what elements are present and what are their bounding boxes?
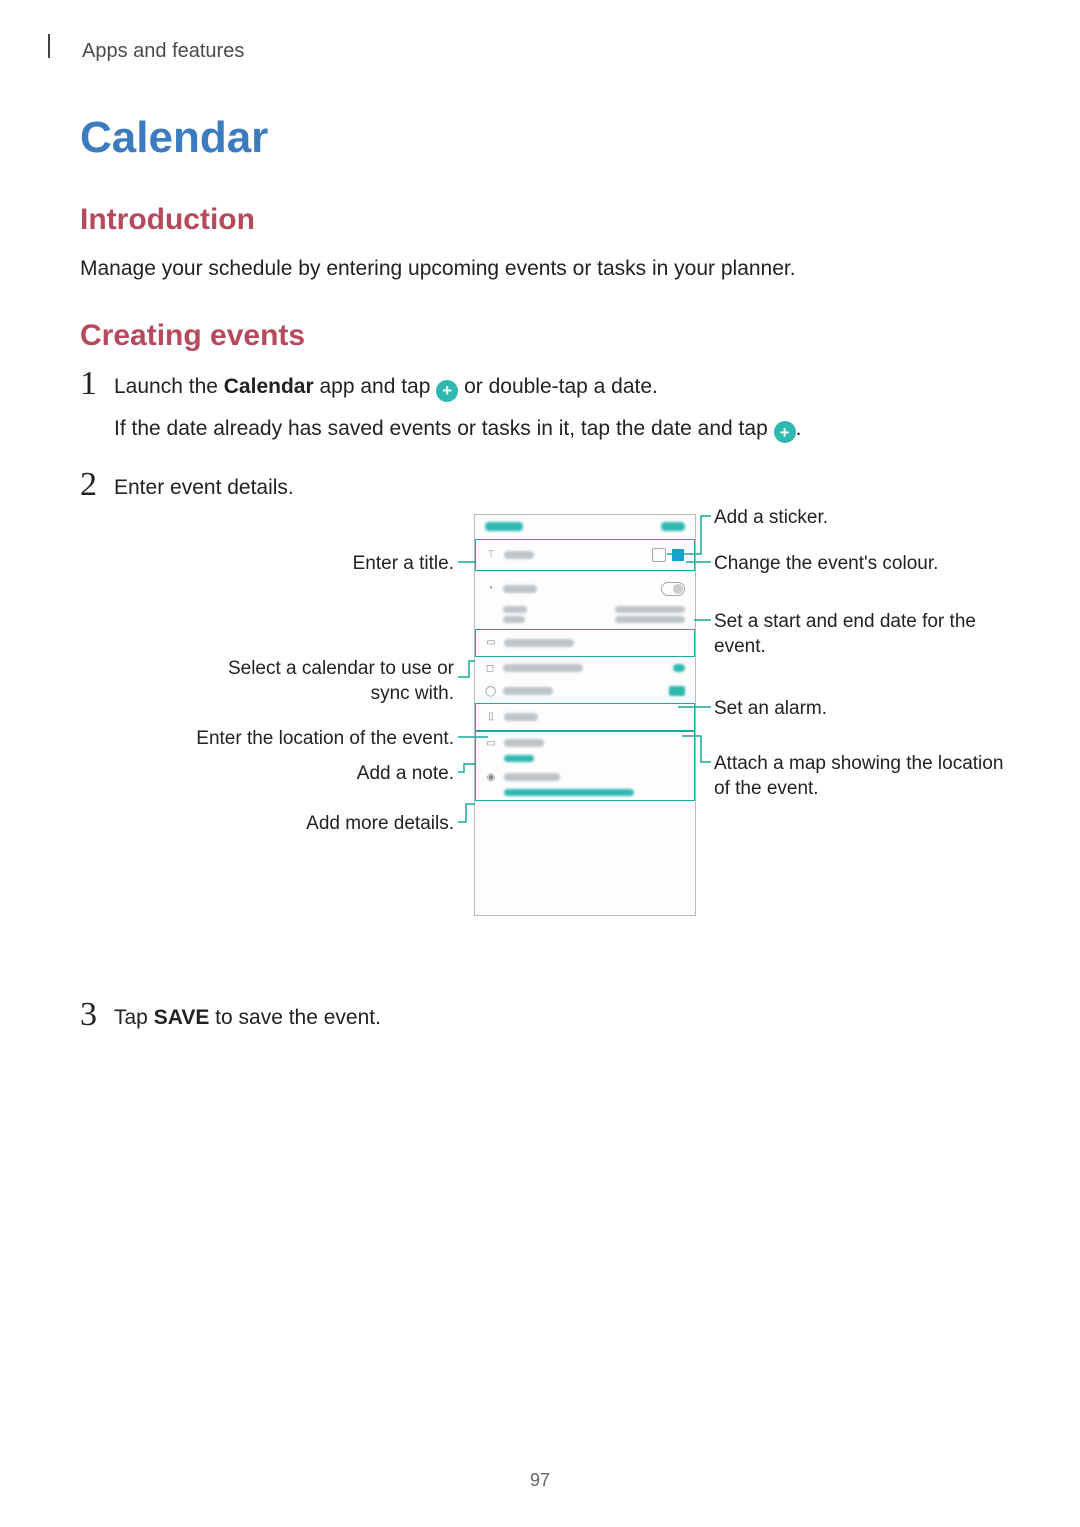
colour-icon bbox=[672, 549, 684, 561]
save-label: SAVE bbox=[154, 1006, 210, 1029]
step-3: 3 Tap SAVE to save the event. bbox=[80, 1002, 1000, 1034]
step-2: 2 Enter event details. T bbox=[80, 472, 1000, 974]
step-number: 3 bbox=[80, 998, 114, 1032]
breadcrumb: Apps and features bbox=[82, 40, 1000, 63]
callout-title: Enter a title. bbox=[194, 552, 454, 577]
step-2-text: Enter event details. bbox=[114, 472, 1000, 504]
step-1-text-a: Launch the bbox=[114, 375, 224, 398]
callout-details: Add more details. bbox=[194, 812, 454, 837]
section-creating-events: Creating events bbox=[80, 319, 1000, 353]
phone-screenshot: T ◔ bbox=[474, 514, 696, 916]
callout-colour: Change the event's colour. bbox=[714, 552, 1014, 577]
step-number: 2 bbox=[80, 468, 114, 502]
sticker-icon bbox=[652, 548, 666, 562]
step-1-text-c: or double-tap a date. bbox=[458, 375, 658, 398]
plus-icon: + bbox=[774, 421, 796, 443]
callout-calendar: Select a calendar to use or sync with. bbox=[194, 657, 454, 706]
step-1-note: If the date already has saved events or … bbox=[114, 417, 774, 440]
intro-paragraph: Manage your schedule by entering upcomin… bbox=[80, 255, 1000, 283]
callout-location: Enter the location of the event. bbox=[194, 727, 454, 752]
map-button bbox=[669, 686, 685, 696]
page-number: 97 bbox=[0, 1470, 1080, 1491]
callout-alarm: Set an alarm. bbox=[714, 697, 1014, 722]
callout-dates: Set a start and end date for the event. bbox=[714, 610, 1014, 659]
step-1: 1 Launch the Calendar app and tap + or d… bbox=[80, 371, 1000, 444]
event-form-diagram: T ◔ bbox=[114, 514, 1000, 944]
plus-icon: + bbox=[436, 380, 458, 402]
callout-sticker: Add a sticker. bbox=[714, 506, 1014, 531]
calendar-app-name: Calendar bbox=[224, 375, 314, 398]
callout-map: Attach a map showing the location of the… bbox=[714, 752, 1014, 801]
callout-note: Add a note. bbox=[194, 762, 454, 787]
step-1-text-b: app and tap bbox=[314, 375, 437, 398]
step-number: 1 bbox=[80, 367, 114, 401]
page-title: Calendar bbox=[80, 113, 1000, 163]
step-1-note-end: . bbox=[796, 417, 802, 440]
section-introduction: Introduction bbox=[80, 203, 1000, 237]
step-3-text-b: to save the event. bbox=[209, 1006, 381, 1029]
step-3-text-a: Tap bbox=[114, 1006, 154, 1029]
